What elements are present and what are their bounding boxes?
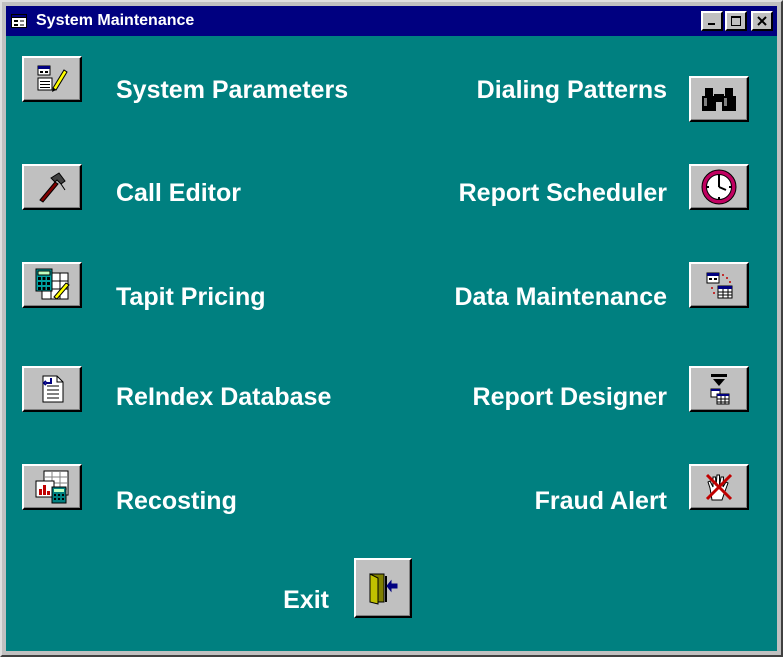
title-bar[interactable]: System Maintenance <box>6 6 777 36</box>
window-title: System Maintenance <box>36 12 195 29</box>
chart-calculator-icon <box>35 470 69 504</box>
clock-icon <box>701 169 737 205</box>
tapit-pricing-button[interactable] <box>22 262 82 308</box>
recosting-button[interactable] <box>22 464 82 510</box>
fraud-alert-label: Fraud Alert <box>534 487 667 515</box>
binoculars-icon <box>702 88 736 111</box>
system-parameters-button[interactable] <box>22 56 82 102</box>
forms-grid-icon <box>706 272 733 299</box>
calculator-sheet-icon <box>35 268 70 300</box>
exit-button[interactable] <box>354 558 412 618</box>
maximize-icon <box>731 16 741 26</box>
minimize-icon <box>708 23 715 25</box>
reindex-database-label: ReIndex Database <box>116 383 332 411</box>
fraud-alert-button[interactable] <box>689 464 749 510</box>
report-design-icon <box>710 374 730 405</box>
report-scheduler-button[interactable] <box>689 164 749 210</box>
close-button[interactable] <box>751 11 773 31</box>
report-designer-button[interactable] <box>689 366 749 412</box>
exit-label: Exit <box>283 586 329 614</box>
tapit-pricing-label: Tapit Pricing <box>116 283 266 311</box>
call-editor-button[interactable] <box>22 164 82 210</box>
document-index-icon <box>42 375 64 403</box>
form-client-area: System Parameters Call Editor Tapit Pric… <box>6 36 777 651</box>
data-maintenance-label: Data Maintenance <box>454 283 667 311</box>
report-designer-label: Report Designer <box>472 383 667 411</box>
form-pencil-icon <box>37 65 68 92</box>
close-icon <box>757 16 767 26</box>
report-scheduler-label: Report Scheduler <box>458 179 667 207</box>
dialing-patterns-label: Dialing Patterns <box>476 76 667 104</box>
exit-door-icon <box>369 573 398 605</box>
system-maintenance-window: System Maintenance System Parameters Cal… <box>0 0 783 657</box>
data-maintenance-button[interactable] <box>689 262 749 308</box>
hammer-icon <box>39 172 66 203</box>
form-window-icon <box>10 13 28 29</box>
call-editor-label: Call Editor <box>116 179 242 207</box>
minimize-button[interactable] <box>701 11 723 31</box>
maximize-button[interactable] <box>725 11 747 31</box>
reindex-database-button[interactable] <box>22 366 82 412</box>
dialing-patterns-button[interactable] <box>689 76 749 122</box>
hand-stop-icon <box>705 473 733 501</box>
recosting-label: Recosting <box>116 487 237 515</box>
window-controls <box>701 11 773 31</box>
system-parameters-label: System Parameters <box>116 76 349 104</box>
